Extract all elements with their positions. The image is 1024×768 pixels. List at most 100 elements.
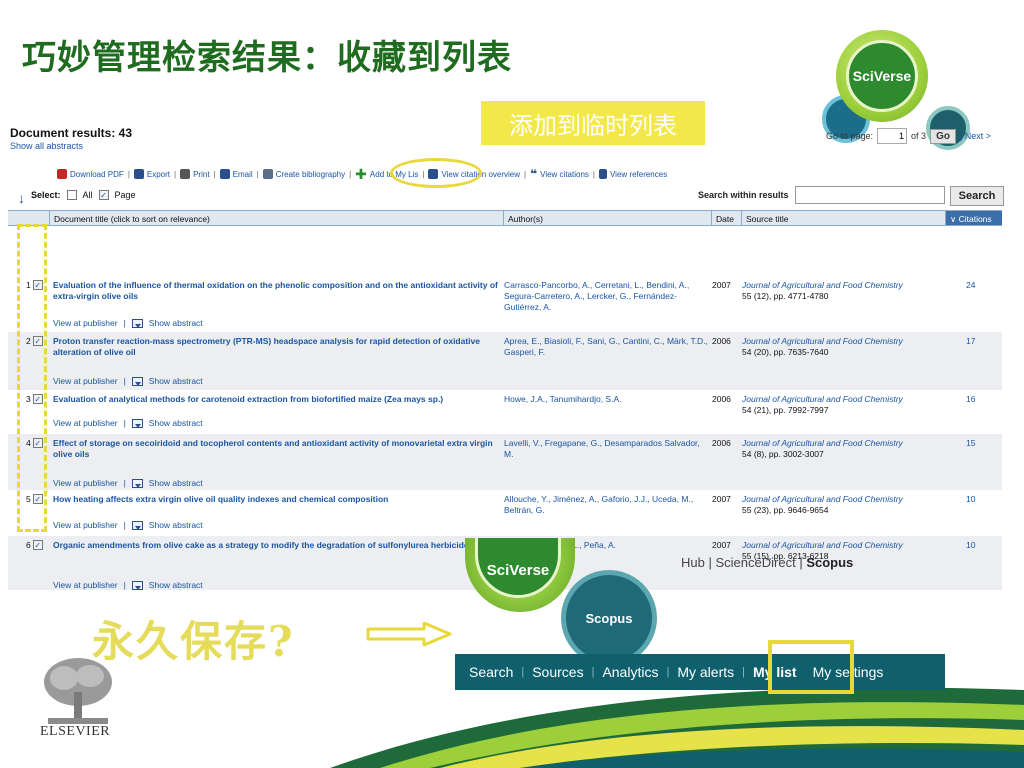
view-at-publisher-link[interactable]: View at publisher xyxy=(53,478,118,488)
show-abstract-icon xyxy=(131,418,143,428)
bibliography-icon xyxy=(262,169,273,179)
nav-sources[interactable]: Sources xyxy=(526,664,589,680)
view-at-publisher-link[interactable]: View at publisher xyxy=(53,418,118,428)
header-title[interactable]: Document title (click to sort on relevan… xyxy=(50,211,504,225)
print-button[interactable]: Print xyxy=(177,169,212,179)
volume-pages: 55 (23), pp. 9646-9654 xyxy=(742,505,829,515)
show-abstract-link[interactable]: Show abstract xyxy=(149,520,203,530)
volume-pages: 54 (20), pp. 7635-7640 xyxy=(742,347,829,357)
view-at-publisher-link[interactable]: View at publisher xyxy=(53,580,118,590)
nav-search[interactable]: Search xyxy=(463,664,519,680)
source-title: Journal of Agricultural and Food Chemist… xyxy=(742,494,947,516)
right-arrow-icon xyxy=(366,622,452,646)
export-icon xyxy=(133,169,144,179)
show-abstract-link[interactable]: Show abstract xyxy=(149,580,203,590)
view-at-publisher-link[interactable]: View at publisher xyxy=(53,376,118,386)
authors-link[interactable]: Aprea, E., Biasioli, F., Sani, G., Canti… xyxy=(504,336,709,358)
view-references-button[interactable]: View references xyxy=(596,169,670,179)
export-button[interactable]: Export xyxy=(131,169,173,179)
nav-analytics[interactable]: Analytics xyxy=(596,664,664,680)
search-button[interactable]: Search xyxy=(950,186,1004,206)
document-title-link[interactable]: How heating affects extra virgin olive o… xyxy=(53,494,503,505)
header-source[interactable]: Source title xyxy=(742,211,946,225)
document-title-link[interactable]: Proton transfer reaction-mass spectromet… xyxy=(53,336,503,358)
create-bibliography-button[interactable]: Create bibliography xyxy=(260,169,348,179)
header-date[interactable]: Date xyxy=(712,211,742,225)
plus-icon: ✚ xyxy=(355,166,367,182)
row-checkbox[interactable]: ✓ xyxy=(32,540,43,550)
citation-count-link[interactable]: 16 xyxy=(966,394,975,404)
download-pdf-button[interactable]: Download PDF xyxy=(54,169,127,179)
quote-icon: ❝ xyxy=(530,167,538,181)
volume-pages: 54 (21), pp. 7992-7997 xyxy=(742,405,829,415)
checkbox-column-highlight xyxy=(17,224,47,532)
show-abstract-link[interactable]: Show abstract xyxy=(149,318,203,328)
journal-link[interactable]: Journal of Agricultural and Food Chemist… xyxy=(742,438,903,448)
search-within: Search within results xyxy=(698,186,945,204)
slide-title: 巧妙管理检索结果：收藏到列表 xyxy=(22,38,512,78)
publication-date: 2006 xyxy=(712,438,731,448)
citation-count-link[interactable]: 15 xyxy=(966,438,975,448)
document-title-link[interactable]: Organic amendments from olive cake as a … xyxy=(53,540,503,551)
header-authors[interactable]: Author(s) xyxy=(504,211,712,225)
authors-link[interactable]: Howe, J.A., Tanumihardjo, S.A. xyxy=(504,394,709,405)
results-table: Document title (click to sort on relevan… xyxy=(8,210,1002,590)
next-page-link[interactable]: | Next > xyxy=(960,131,991,141)
journal-link[interactable]: Journal of Agricultural and Food Chemist… xyxy=(742,336,903,346)
scopus-link[interactable]: Scopus xyxy=(806,555,853,570)
document-title-link[interactable]: Effect of storage on secoiridoid and toc… xyxy=(53,438,503,460)
authors-link[interactable]: Allouche, Y., Jiménez, A., Gaforio, J.J.… xyxy=(504,494,709,516)
pagination: Go to page: of 3 Go | Next > xyxy=(826,128,991,144)
view-at-publisher-link[interactable]: View at publisher xyxy=(53,520,118,530)
results-heading: Document results: 43 xyxy=(10,126,133,140)
select-all-checkbox[interactable] xyxy=(66,190,77,200)
citation-count-link[interactable]: 17 xyxy=(966,336,975,346)
show-abstract-icon xyxy=(131,478,143,488)
search-within-input[interactable] xyxy=(794,186,945,204)
source-title: Journal of Agricultural and Food Chemist… xyxy=(742,394,947,416)
journal-link[interactable]: Journal of Agricultural and Food Chemist… xyxy=(742,494,903,504)
results-panel: Download PDF | Export | Print | Email | … xyxy=(8,158,1004,590)
email-label: Email xyxy=(232,169,253,179)
row-links: View at publisher | Show abstract xyxy=(53,418,203,428)
authors-link[interactable]: Lavelli, V., Fregapane, G., Desamparados… xyxy=(504,438,709,460)
elsevier-wordmark: ELSEVIER xyxy=(40,724,111,739)
sciverse-logo-label: SciVerse xyxy=(846,40,918,112)
create-bibliography-label: Create bibliography xyxy=(275,169,346,179)
citation-count-link[interactable]: 10 xyxy=(966,494,975,504)
source-title: Journal of Agricultural and Food Chemist… xyxy=(742,280,947,302)
search-within-label: Search within results xyxy=(698,190,789,200)
journal-link[interactable]: Journal of Agricultural and Food Chemist… xyxy=(742,280,903,290)
select-page-checkbox[interactable]: ✓ xyxy=(98,190,109,200)
table-row: 3 ✓ Evaluation of analytical methods for c… xyxy=(8,390,1002,434)
nav-my-alerts[interactable]: My alerts xyxy=(671,664,740,680)
sciencedirect-link[interactable]: ScienceDirect xyxy=(715,555,795,570)
authors-link[interactable]: Carrasco-Pancorbo, A., Cerretani, L., Be… xyxy=(504,280,709,313)
view-at-publisher-link[interactable]: View at publisher xyxy=(53,318,118,328)
header-citations[interactable]: ∨ Citations xyxy=(946,211,1002,225)
select-label: Select: xyxy=(31,190,61,200)
pdf-icon xyxy=(57,169,67,179)
show-abstract-icon xyxy=(131,376,143,386)
citation-count-link[interactable]: 10 xyxy=(966,540,975,550)
view-citations-button[interactable]: ❝ View citations xyxy=(527,167,592,181)
show-abstract-link[interactable]: Show abstract xyxy=(149,418,203,428)
journal-link[interactable]: Journal of Agricultural and Food Chemist… xyxy=(742,394,903,404)
hub-link[interactable]: Hub xyxy=(681,555,705,570)
document-title-link[interactable]: Evaluation of the influence of thermal o… xyxy=(53,280,503,302)
show-abstract-icon xyxy=(131,580,143,590)
email-button[interactable]: Email xyxy=(217,169,256,179)
show-all-abstracts-link[interactable]: Show all abstracts xyxy=(10,141,83,151)
row-index: 6 xyxy=(26,540,31,550)
page-number-input[interactable] xyxy=(877,128,908,144)
document-title-link[interactable]: Evaluation of analytical methods for car… xyxy=(53,394,503,405)
citation-count-link[interactable]: 24 xyxy=(966,280,975,290)
show-abstract-icon xyxy=(131,520,143,530)
publication-date: 2007 xyxy=(712,280,731,290)
export-label: Export xyxy=(146,169,171,179)
add-to-list-highlight xyxy=(390,158,482,188)
show-abstract-link[interactable]: Show abstract xyxy=(149,376,203,386)
row-links: View at publisher | Show abstract xyxy=(53,478,203,488)
go-button[interactable]: Go xyxy=(930,128,956,144)
show-abstract-link[interactable]: Show abstract xyxy=(149,478,203,488)
